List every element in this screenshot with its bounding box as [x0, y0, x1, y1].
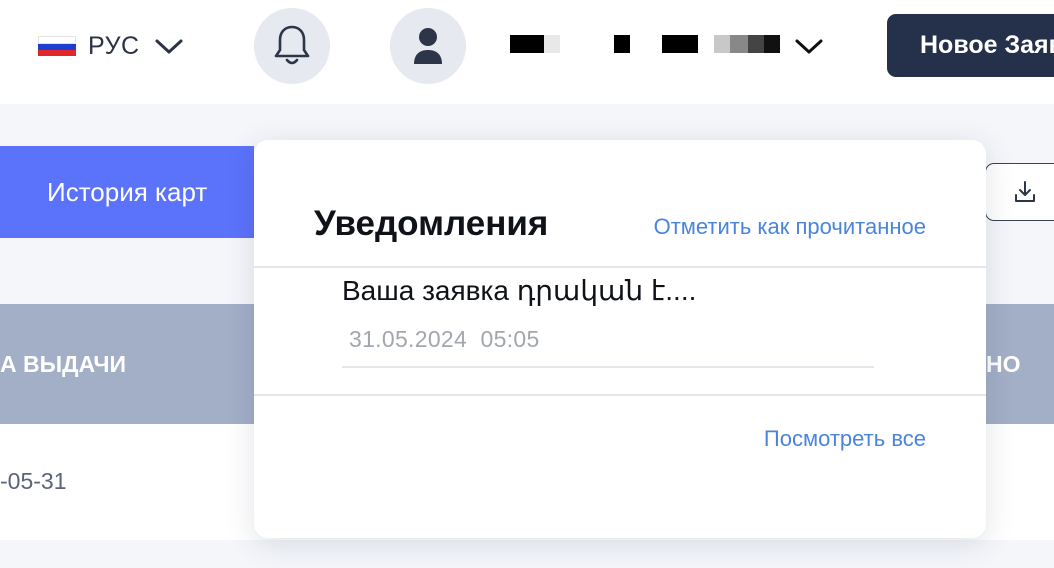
page: РУС Новое Зая История карт А ВЫДАЧИ НО -… [0, 0, 1054, 568]
column-header-issue-date: А ВЫДАЧИ [0, 351, 127, 377]
notifications-title: Уведомления [314, 204, 549, 243]
mark-as-read-link[interactable]: Отметить как прочитанное [654, 214, 926, 240]
divider [254, 266, 986, 268]
column-header-partial: НО [986, 351, 1021, 377]
notification-date: 31.05.2024 [349, 326, 468, 352]
user-menu-chevron-icon[interactable] [794, 36, 824, 56]
new-request-button[interactable]: Новое Заявка [887, 14, 1054, 77]
tab-card-history[interactable]: История карт [0, 146, 254, 238]
profile-button[interactable] [390, 8, 466, 84]
user-icon [414, 28, 442, 64]
russia-flag-icon [38, 36, 76, 56]
divider [254, 394, 986, 396]
language-label: РУС [88, 31, 140, 60]
notification-item[interactable]: Ваша заявка դրական է.... 31.05.2024 05:0… [342, 270, 874, 368]
username-redacted[interactable] [510, 35, 830, 53]
notification-time: 05:05 [480, 326, 540, 352]
download-icon [1015, 181, 1035, 202]
view-all-link[interactable]: Посмотреть все [764, 426, 926, 452]
notifications-button[interactable] [254, 8, 330, 84]
notification-text: Ваша заявка դրական է.... [342, 275, 697, 306]
language-selector[interactable]: РУС [38, 28, 184, 64]
bell-icon [274, 25, 310, 65]
row-issue-date: -05-31 [0, 468, 67, 494]
top-header: РУС Новое Зая [0, 0, 1054, 104]
notifications-popup: Уведомления Отметить как прочитанное Ваш… [254, 140, 986, 538]
download-button[interactable] [985, 163, 1054, 221]
notification-datetime: 31.05.2024 05:05 [349, 326, 540, 353]
chevron-down-icon [155, 39, 183, 54]
